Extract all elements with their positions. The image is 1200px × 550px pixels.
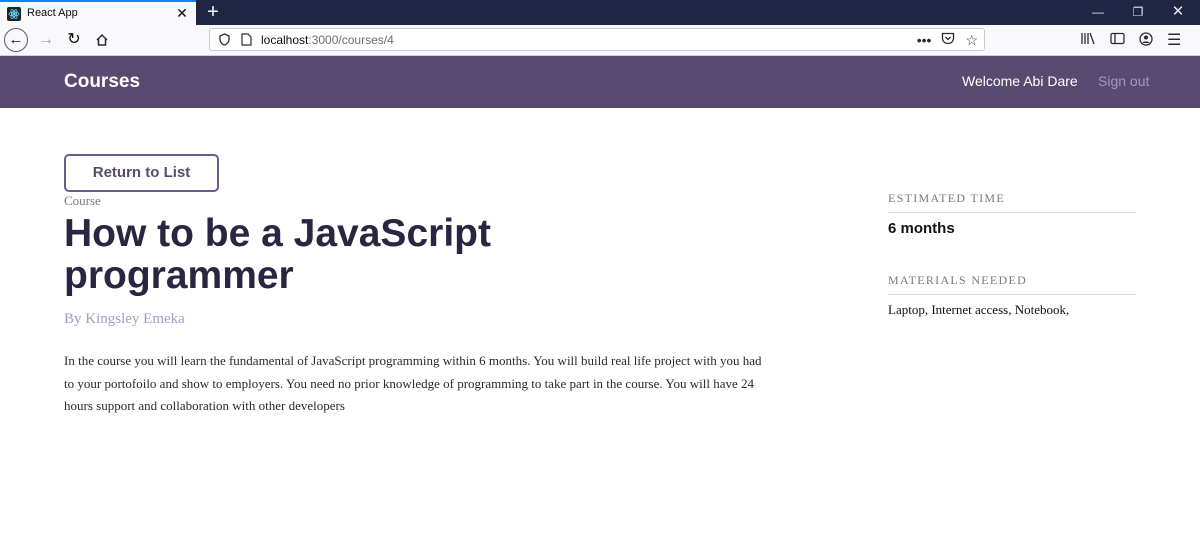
window-close-icon[interactable]: ✕ <box>1160 2 1196 22</box>
url-actions: ••• ☆ <box>917 30 978 50</box>
course-label: Course <box>64 193 101 208</box>
account-icon[interactable] <box>1139 31 1153 49</box>
sidebar-icon[interactable] <box>1110 32 1125 48</box>
page-actions-icon[interactable]: ••• <box>917 32 932 48</box>
browser-tabstrip: React App ✕ + — ❐ ✕ <box>0 0 1200 25</box>
home-icon[interactable] <box>90 28 114 52</box>
app-header: Courses Welcome Abi Dare Sign out <box>0 56 1200 108</box>
forward-icon[interactable]: → <box>34 28 58 52</box>
return-to-list-button[interactable]: Return to List <box>64 154 219 192</box>
restore-icon[interactable]: ❐ <box>1120 2 1156 22</box>
sign-out-link[interactable]: Sign out <box>1098 73 1149 89</box>
library-icon[interactable] <box>1080 32 1096 48</box>
pocket-icon[interactable] <box>941 32 955 48</box>
welcome-message: Welcome Abi Dare <box>962 73 1078 89</box>
estimated-time-value: 6 months <box>888 220 955 237</box>
materials-needed-heading: MATERIALS NEEDED <box>888 273 1136 295</box>
url-path: :3000/courses/4 <box>308 33 394 47</box>
course-author: By Kingsley Emeka <box>64 311 185 327</box>
estimated-time-heading: ESTIMATED TIME <box>888 191 1136 213</box>
new-tab-icon[interactable]: + <box>203 1 223 23</box>
back-icon[interactable]: ← <box>4 28 28 52</box>
minimize-icon[interactable]: — <box>1080 2 1116 22</box>
brand-title[interactable]: Courses <box>64 71 140 93</box>
browser-navbar: ← → ↻ localhost:3000/courses/4 ••• ☆ ☰ <box>0 25 1200 56</box>
estimated-time-section: ESTIMATED TIME 6 months <box>888 191 1136 237</box>
bookmark-star-icon[interactable]: ☆ <box>965 32 978 49</box>
toolbar-right: ☰ <box>1080 28 1181 52</box>
tab-title: React App <box>27 7 78 19</box>
close-tab-icon[interactable]: ✕ <box>174 5 190 21</box>
course-title: How to be a JavaScript programmer <box>64 212 491 297</box>
materials-needed-value: Laptop, Internet access, Notebook, <box>888 302 1070 317</box>
page-icon <box>241 33 252 46</box>
reload-icon[interactable]: ↻ <box>62 28 86 52</box>
course-description: In the course you will learn the fundame… <box>64 353 762 413</box>
url-bar[interactable]: localhost:3000/courses/4 ••• ☆ <box>209 28 985 51</box>
browser-tab[interactable]: React App ✕ <box>0 0 196 25</box>
materials-needed-section: MATERIALS NEEDED Laptop, Internet access… <box>888 273 1136 318</box>
menu-icon[interactable]: ☰ <box>1167 30 1181 50</box>
shield-icon[interactable] <box>218 33 231 46</box>
url-text[interactable]: localhost:3000/courses/4 <box>261 33 394 47</box>
react-icon <box>7 7 21 21</box>
url-host: localhost <box>261 33 309 47</box>
